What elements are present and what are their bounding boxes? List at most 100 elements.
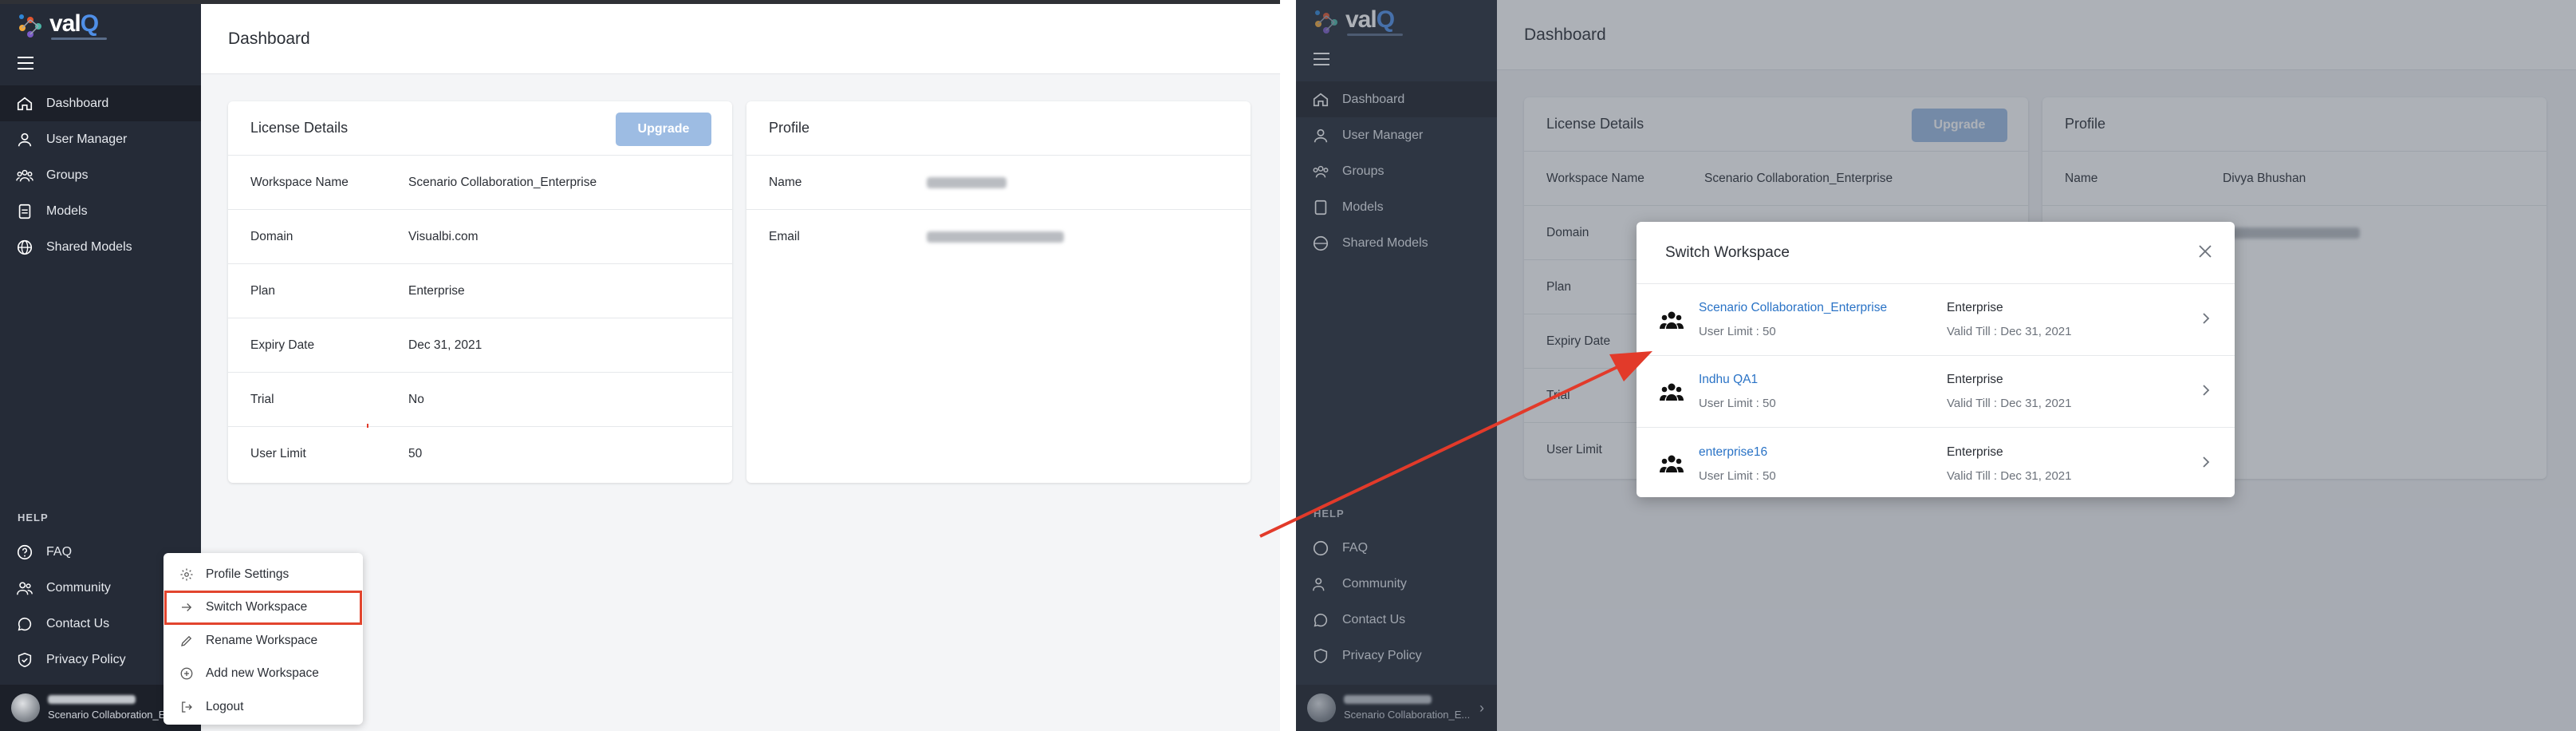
valq-logo-icon (19, 14, 41, 38)
valq-logo: valQ (14, 10, 107, 42)
logout-icon (182, 701, 192, 713)
dialog-title: Switch Workspace (1665, 243, 1790, 261)
card-header: Profile (746, 101, 1251, 156)
workspace-plan: Enterprise (1947, 301, 2003, 314)
nav-dashboard[interactable]: Dashboard (0, 85, 201, 121)
avatar (11, 693, 40, 722)
detail-key: Name (769, 175, 802, 189)
chevron-right-icon (2203, 385, 2210, 396)
help-section-title: HELP (18, 512, 49, 524)
nav-user-manager[interactable]: User Manager (0, 121, 201, 157)
question-icon (17, 544, 33, 559)
detail-row: User Limit 50 (228, 427, 732, 481)
detail-key: Plan (250, 283, 276, 298)
detail-row: Expiry Date Dec 31, 2021 (228, 318, 732, 373)
gear-icon (180, 568, 193, 581)
detail-value: Enterprise (408, 283, 465, 298)
profile-card: Profile Name Email (746, 101, 1251, 483)
workspace-name: Indhu QA1 (1699, 373, 1759, 386)
nav-models[interactable]: Models (0, 193, 201, 229)
workspace-option[interactable]: enterprise16 User Limit : 50 Enterprise … (1637, 428, 2235, 500)
card-title: Profile (769, 120, 810, 136)
menu-switch-workspace[interactable]: Switch Workspace (164, 590, 362, 625)
detail-value: 50 (408, 447, 423, 460)
workspace-option[interactable]: Scenario Collaboration_Enterprise User L… (1637, 284, 2235, 356)
team-icon (1656, 310, 1688, 330)
annotation-mark (367, 424, 368, 428)
menu-profile-settings[interactable]: Profile Settings (163, 558, 363, 591)
workspace-name: enterprise16 (1699, 445, 1768, 459)
detail-key: Trial (250, 392, 274, 406)
arrow-right-icon (182, 603, 192, 612)
card-title: License Details (250, 120, 349, 136)
user-icon (18, 132, 32, 146)
menu-label: Add new Workspace (206, 666, 319, 681)
profile-email-row: Email (746, 210, 1251, 264)
menu-label: Rename Workspace (206, 633, 318, 647)
detail-key: Email (769, 230, 800, 243)
main-nav: Dashboard User Manager Groups Models Sha… (0, 85, 201, 265)
current-workspace-label: Scenario Collaboration_E (48, 709, 166, 721)
nav-label: FAQ (46, 544, 73, 559)
page-title: Dashboard (228, 29, 310, 48)
pencil-icon (181, 635, 192, 646)
header-bar: Dashboard (201, 4, 1280, 74)
switch-workspace-dialog: Switch Workspace Scenario Collaboration_… (1637, 222, 2235, 497)
workspace-user-limit: User Limit : 50 (1699, 325, 1776, 338)
nav-label: Models (46, 203, 88, 218)
menu-label: Profile Settings (206, 567, 290, 581)
detail-key: Domain (250, 229, 293, 243)
detail-value: Scenario Collaboration_Enterprise (408, 175, 597, 189)
license-details-card: License Details Upgrade Workspace Name Sc… (228, 101, 732, 483)
detail-row: Domain Visualbi.com (228, 210, 732, 264)
nav-label: Privacy Policy (46, 652, 126, 666)
detail-key: Expiry Date (250, 338, 315, 352)
detail-value: Visualbi.com (408, 229, 479, 243)
detail-key: User Limit (250, 447, 306, 460)
workspace-plan: Enterprise (1947, 445, 2003, 459)
dialog-header: Switch Workspace (1637, 222, 2235, 284)
menu-add-workspace[interactable]: Add new Workspace (163, 658, 363, 691)
profile-name-row: Name (746, 156, 1251, 210)
menu-rename-workspace[interactable]: Rename Workspace (163, 624, 363, 658)
detail-row: Workspace Name Scenario Collaboration_Ent… (228, 156, 732, 210)
close-icon[interactable] (2193, 239, 2217, 263)
upgrade-button[interactable]: Upgrade (616, 113, 711, 146)
menu-label: Switch Workspace (206, 600, 308, 614)
workspace-valid-till: Valid Till : Dec 31, 2021 (1947, 397, 2072, 410)
left-screenshot: valQ Dashboard User Manager Groups Model… (0, 0, 1280, 731)
detail-row: Plan Enterprise (228, 264, 732, 318)
right-screenshot: valQ Dashboard User Manager Groups Model… (1296, 0, 2576, 731)
shield-icon (18, 652, 32, 667)
menu-label: Logout (206, 699, 244, 713)
chevron-right-icon (2203, 313, 2210, 324)
hamburger-menu-icon[interactable] (18, 57, 33, 73)
chevron-right-icon (2203, 456, 2210, 468)
card-header: License Details Upgrade (228, 101, 732, 156)
nav-label: Community (46, 580, 111, 595)
globe-icon (17, 239, 33, 255)
nav-groups[interactable]: Groups (0, 157, 201, 193)
community-icon (17, 581, 33, 595)
workspace-option[interactable]: Indhu QA1 User Limit : 50 Enterprise Val… (1637, 356, 2235, 428)
brand-tagline (51, 38, 107, 40)
home-icon (17, 97, 33, 110)
workspace-user-limit: User Limit : 50 (1699, 468, 1776, 483)
detail-row: Trial No (228, 373, 732, 427)
groups-icon (16, 169, 33, 181)
nav-label: Groups (46, 168, 89, 182)
account-context-menu: Profile Settings Switch Workspace Rename… (163, 553, 363, 725)
profile-email-redacted (927, 231, 1064, 243)
plus-circle-icon (180, 667, 193, 680)
workspace-valid-till: Valid Till : Dec 31, 2021 (1947, 325, 2072, 338)
brand-name: valQ (49, 10, 99, 37)
workspace-valid-till: Valid Till : Dec 31, 2021 (1947, 468, 2072, 483)
workspace-user-limit: User Limit : 50 (1699, 397, 1776, 410)
menu-logout[interactable]: Logout (163, 690, 363, 724)
nav-label: Dashboard (46, 96, 109, 110)
nav-label: User Manager (46, 132, 128, 146)
user-name-redacted (48, 695, 136, 704)
nav-shared-models[interactable]: Shared Models (0, 229, 201, 265)
detail-value: Dec 31, 2021 (408, 338, 483, 352)
nav-label: Shared Models (46, 239, 132, 254)
